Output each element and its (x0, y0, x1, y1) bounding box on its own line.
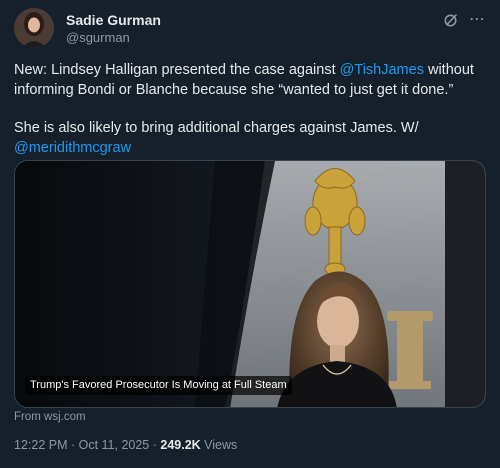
grok-icon[interactable] (443, 12, 459, 28)
views-label: Views (200, 438, 238, 452)
timestamp[interactable]: 12:22 PM · Oct 11, 2025 (14, 438, 149, 452)
mention-meridithmcgraw[interactable]: @meridithmcgraw (14, 140, 131, 156)
tweet-text-segment: New: Lindsey Halligan presented the case… (14, 62, 340, 78)
article-photo (15, 161, 485, 407)
link-card-image[interactable]: Trump's Favored Prosecutor Is Moving at … (14, 160, 486, 408)
author-names: Sadie Gurman @sgurman (66, 11, 161, 47)
header-actions: ⋯ (443, 12, 486, 28)
tweet-text-segment: She is also likely to bring additional c… (14, 120, 419, 136)
tweet-header: Sadie Gurman @sgurman ⋯ (14, 8, 486, 54)
link-source[interactable]: From wsj.com (14, 411, 86, 423)
author-display-name[interactable]: Sadie Gurman (66, 11, 161, 29)
tweet-paragraph-2: She is also likely to bring additional c… (14, 118, 486, 158)
avatar[interactable] (14, 8, 54, 48)
author-handle[interactable]: @sgurman (66, 29, 161, 47)
tweet-meta: 12:22 PM · Oct 11, 2025 · 249.2K Views (14, 438, 237, 452)
link-card-headline[interactable]: Trump's Favored Prosecutor Is Moving at … (25, 376, 292, 395)
mention-tishjames[interactable]: @TishJames (340, 62, 424, 78)
tweet-paragraph-1: New: Lindsey Halligan presented the case… (14, 60, 486, 100)
tweet-text: New: Lindsey Halligan presented the case… (14, 60, 486, 158)
avatar-image (14, 8, 54, 48)
views-count[interactable]: 249.2K (160, 438, 200, 452)
more-icon[interactable]: ⋯ (469, 12, 486, 28)
meta-separator: · (149, 438, 161, 452)
